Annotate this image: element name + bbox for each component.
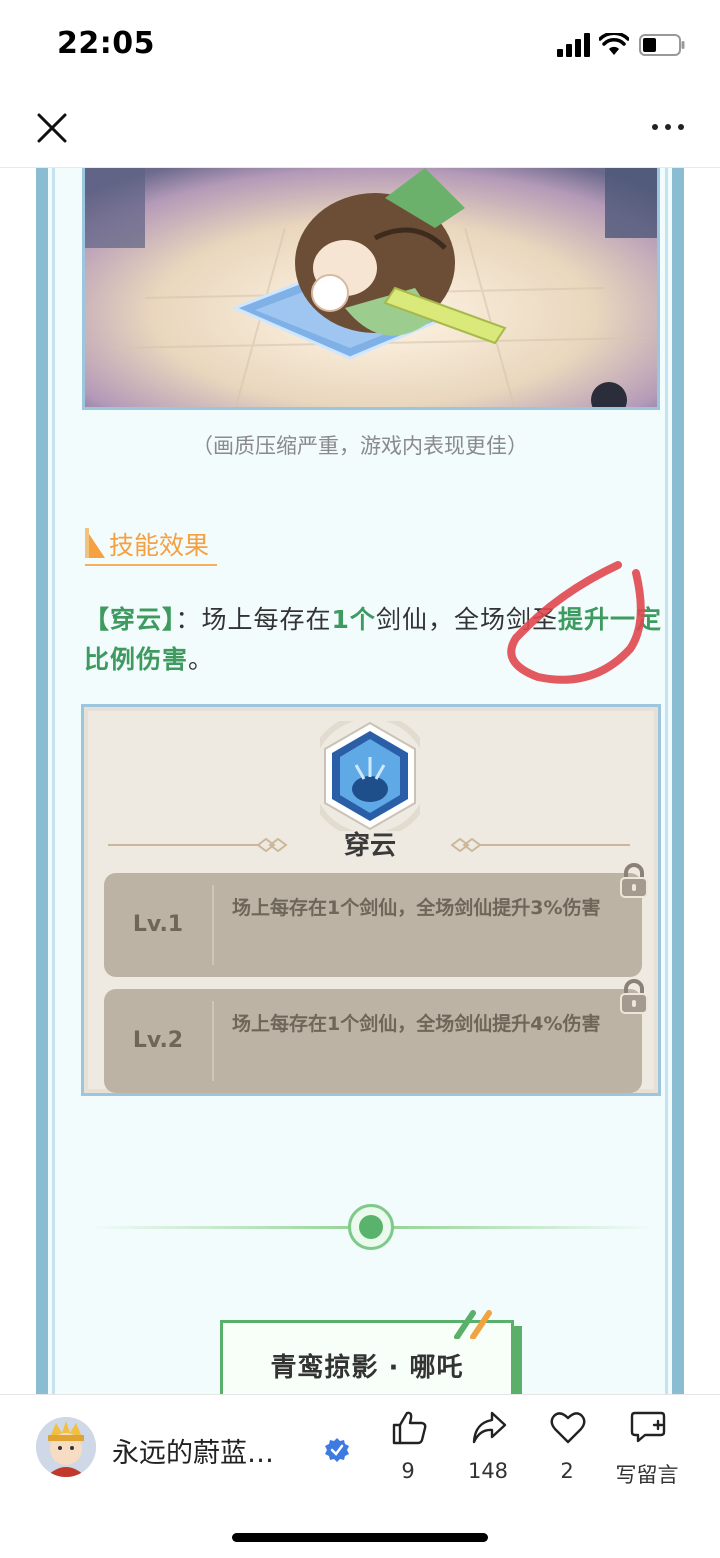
section-title: 技能效果 bbox=[109, 531, 210, 560]
skill-icon bbox=[320, 721, 420, 831]
signal-icon bbox=[557, 33, 590, 57]
wifi-icon bbox=[599, 33, 629, 55]
heart-icon bbox=[550, 1412, 586, 1444]
author-name[interactable]: 永远的蔚蓝… bbox=[112, 1431, 322, 1470]
flag-icon bbox=[85, 528, 105, 558]
like-count: 9 bbox=[401, 1459, 415, 1483]
comment-icon bbox=[630, 1411, 666, 1443]
divider-ornament-right bbox=[450, 837, 630, 853]
more-icon[interactable] bbox=[650, 118, 686, 136]
divider-dot-icon bbox=[348, 1204, 394, 1250]
like-button[interactable]: 9 bbox=[368, 1409, 448, 1489]
status-bar: 22:05 bbox=[0, 0, 720, 90]
level-divider bbox=[212, 1001, 214, 1081]
article-content[interactable]: （画质压缩严重，游戏内表现更佳） 技能效果 【穿云】：场上每存在1个剑仙，全场剑… bbox=[0, 168, 720, 1394]
comment-button[interactable]: 写留言 bbox=[607, 1409, 687, 1489]
skill-level-row: Lv.1 场上每存在1个剑仙，全场剑仙提升3%伤害 bbox=[104, 873, 642, 977]
section-underline bbox=[85, 564, 217, 566]
thumbs-up-icon bbox=[392, 1411, 427, 1445]
bottom-action-bar: 永远的蔚蓝… 9 148 2 写留言 bbox=[0, 1394, 720, 1558]
slash-deco-icon bbox=[454, 1310, 492, 1339]
nav-bar bbox=[0, 90, 720, 168]
next-section-title: 青鸾掠影 · 哪吒 bbox=[270, 1353, 464, 1383]
home-indicator[interactable] bbox=[232, 1533, 488, 1542]
next-section-header: 青鸾掠影 · 哪吒 bbox=[220, 1310, 514, 1394]
favorite-button[interactable]: 2 bbox=[527, 1409, 607, 1489]
share-count: 148 bbox=[467, 1459, 509, 1483]
battery-icon bbox=[639, 34, 685, 56]
level-label: Lv.1 bbox=[132, 912, 184, 937]
skill-desc-text: ：场上每存在 bbox=[175, 605, 332, 634]
share-button[interactable]: 148 bbox=[448, 1409, 528, 1489]
skill-description: 【穿云】：场上每存在1个剑仙，全场剑圣提升一定比例伤害。 bbox=[84, 600, 662, 680]
status-time: 22:05 bbox=[57, 26, 155, 61]
skill-level-row: Lv.2 场上每存在1个剑仙，全场剑仙提升4%伤害 bbox=[104, 989, 642, 1093]
image-caption: （画质压缩严重，游戏内表现更佳） bbox=[192, 434, 528, 458]
skill-name-highlight: 【穿云】 bbox=[84, 605, 176, 634]
skill-desc-end: 。 bbox=[188, 645, 215, 674]
game-screenshot bbox=[82, 168, 660, 410]
lock-icon bbox=[620, 979, 648, 1014]
author-avatar[interactable] bbox=[36, 1417, 96, 1477]
share-icon bbox=[472, 1411, 507, 1444]
article-frame: （画质压缩严重，游戏内表现更佳） 技能效果 【穿云】：场上每存在1个剑仙，全场剑… bbox=[36, 168, 684, 1394]
skill-count-highlight: 1个 bbox=[331, 605, 376, 634]
skill-desc-text: 剑仙，全场剑圣 bbox=[375, 605, 558, 634]
level-description: 场上每存在1个剑仙，全场剑仙提升4%伤害 bbox=[232, 1013, 601, 1035]
level-label: Lv.2 bbox=[132, 1028, 184, 1053]
level-divider bbox=[212, 885, 214, 965]
comment-label: 写留言 bbox=[615, 1463, 679, 1487]
level-description: 场上每存在1个剑仙，全场剑仙提升3%伤害 bbox=[232, 897, 601, 919]
favorite-count: 2 bbox=[560, 1459, 574, 1483]
skill-card: 穿云 Lv.1 场上每存在1个剑仙，全场剑仙提升3%伤害 Lv.2 场上每存在1… bbox=[81, 704, 661, 1096]
verified-icon bbox=[325, 1438, 349, 1462]
close-icon[interactable] bbox=[34, 110, 70, 146]
lock-icon bbox=[620, 863, 648, 898]
